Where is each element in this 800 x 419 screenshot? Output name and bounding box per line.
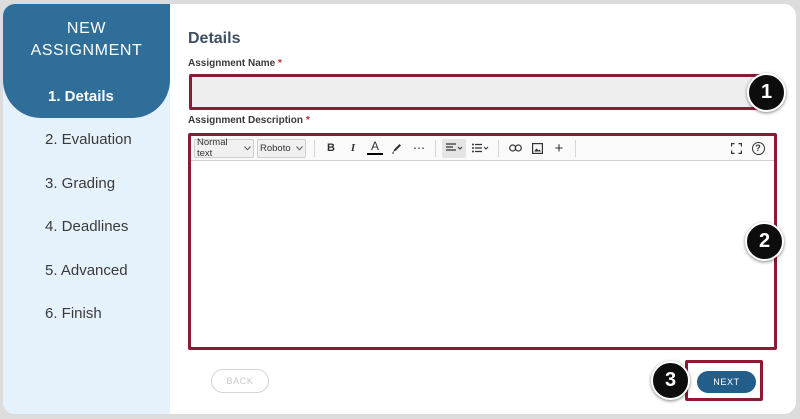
list-icon[interactable] <box>468 139 492 158</box>
description-text-area[interactable] <box>191 162 774 347</box>
required-marker: * <box>305 115 310 126</box>
assignment-name-label: Assignment Name * <box>188 58 282 69</box>
sidebar-title-line1: NEW <box>66 20 107 37</box>
image-icon[interactable] <box>527 139 547 158</box>
toolbar-divider <box>498 139 499 157</box>
step-details-active[interactable]: 1. Details <box>48 88 114 105</box>
step-deadlines[interactable]: 4. Deadlines <box>45 218 132 262</box>
align-icon[interactable] <box>442 138 466 158</box>
sidebar-header: NEW ASSIGNMENT 1. Details <box>3 4 170 118</box>
text-color-bar <box>367 153 383 155</box>
main-content: Details Assignment Name * 1 Assignment D… <box>170 4 796 414</box>
plus-icon[interactable]: + <box>549 139 569 158</box>
editor-toolbar: Normal text Roboto B I A ⋯ + ? <box>191 136 774 161</box>
toolbar-divider <box>435 139 436 157</box>
link-icon[interactable] <box>505 139 525 158</box>
sidebar-title: NEW ASSIGNMENT <box>3 18 170 62</box>
assignment-description-label: Assignment Description * <box>188 115 310 126</box>
more-icon[interactable]: ⋯ <box>409 139 429 158</box>
sidebar-title-line2: ASSIGNMENT <box>30 42 143 59</box>
page-title: Details <box>188 30 241 47</box>
toolbar-divider <box>314 139 315 157</box>
italic-icon[interactable]: I <box>343 139 363 158</box>
chevron-down-icon <box>244 143 251 154</box>
format-select-value: Normal text <box>197 137 228 159</box>
step-evaluation[interactable]: 2. Evaluation <box>45 131 132 175</box>
help-icon[interactable]: ? <box>748 139 768 158</box>
back-button[interactable]: BACK <box>211 369 269 393</box>
step-advanced[interactable]: 5. Advanced <box>45 262 132 306</box>
text-color-icon[interactable]: A <box>365 139 385 158</box>
help-glyph: ? <box>751 141 765 155</box>
font-select[interactable]: Roboto <box>257 138 306 158</box>
format-select[interactable]: Normal text <box>194 137 254 159</box>
font-select-value: Roboto <box>260 142 291 154</box>
callout-badge-3: 3 <box>651 361 690 400</box>
assignment-name-input[interactable] <box>189 74 774 110</box>
callout-badge-1: 1 <box>747 73 786 112</box>
wizard-sidebar: NEW ASSIGNMENT 1. Details 2. Evaluation … <box>3 4 170 414</box>
assignment-name-label-text: Assignment Name <box>188 58 276 69</box>
step-grading[interactable]: 3. Grading <box>45 175 132 219</box>
required-marker: * <box>278 58 282 69</box>
description-editor: Normal text Roboto B I A ⋯ + ? <box>188 133 777 350</box>
highlight-icon[interactable] <box>387 139 407 158</box>
app-frame: NEW ASSIGNMENT 1. Details 2. Evaluation … <box>3 4 796 414</box>
step-finish[interactable]: 6. Finish <box>45 305 132 349</box>
bold-icon[interactable]: B <box>321 139 341 158</box>
next-button[interactable]: NEXT <box>697 371 756 393</box>
step-list: 2. Evaluation 3. Grading 4. Deadlines 5.… <box>45 131 132 349</box>
assignment-description-label-text: Assignment Description <box>188 115 304 126</box>
toolbar-divider <box>575 139 576 157</box>
callout-badge-2: 2 <box>745 222 784 261</box>
chevron-down-icon <box>296 143 303 154</box>
fullscreen-icon[interactable] <box>726 139 746 158</box>
text-color-glyph: A <box>370 139 379 153</box>
